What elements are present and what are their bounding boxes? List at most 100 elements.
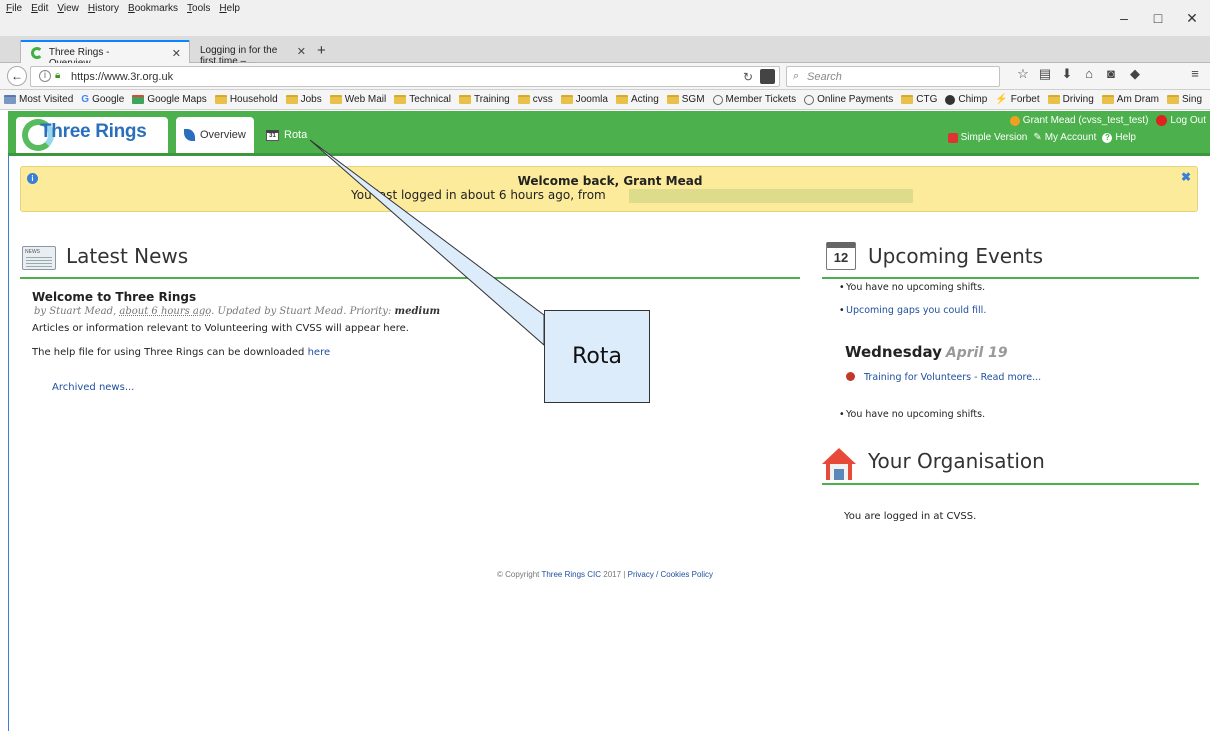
three-rings-favicon-icon	[31, 47, 43, 59]
bookmark-label: SGM	[681, 94, 705, 105]
bookmark-google-maps[interactable]: Google Maps	[132, 94, 207, 105]
menu-history[interactable]: History	[88, 3, 119, 14]
simple-version-icon	[947, 132, 958, 143]
bookmark-forbet[interactable]: ⚡ Forbet	[995, 94, 1039, 105]
browser-tab-logging-in[interactable]: Logging in for the first time – ... ✕	[190, 40, 314, 67]
welcome-subtitle: You last logged in about 6 hours ago, fr…	[351, 188, 606, 202]
bookmark-am-dram[interactable]: Am Dram	[1101, 94, 1159, 105]
bookmark-most-visited[interactable]: Most Visited	[4, 94, 73, 105]
bookmark-label: Training	[473, 94, 510, 105]
bookmark-cvss[interactable]: cvss	[517, 94, 553, 105]
organisation-login-text: You are logged in at CVSS.	[844, 511, 977, 522]
minimize-icon[interactable]: –	[1116, 10, 1132, 26]
bookmark-label: Google	[92, 94, 125, 105]
pocket-icon[interactable]: ◙	[1102, 66, 1120, 81]
close-tab-icon[interactable]: ✕	[297, 45, 306, 58]
tab-strip: Three Rings - Overview ✕ Logging in for …	[0, 36, 1210, 69]
close-window-icon[interactable]: ✕	[1184, 10, 1200, 27]
events-divider	[822, 277, 1199, 279]
user-link[interactable]: Grant Mead (cvss_test_test)	[1009, 115, 1148, 126]
three-rings-logo[interactable]: Three Rings	[16, 117, 168, 153]
simple-version-label: Simple Version	[960, 132, 1028, 143]
maximize-icon[interactable]: □	[1150, 10, 1166, 26]
url-text[interactable]: https://www.3r.org.uk	[71, 71, 173, 83]
browser-tab-overview[interactable]: Three Rings - Overview ✕	[20, 40, 190, 69]
help-file-link[interactable]: here	[308, 347, 331, 358]
news-icon: NEWS	[22, 246, 56, 270]
bookmark-technical[interactable]: Technical	[394, 94, 451, 105]
bookmark-label: Google Maps	[147, 94, 207, 105]
folder-icon	[329, 95, 342, 104]
power-icon	[1156, 115, 1168, 126]
bookmark-online-payments[interactable]: Online Payments	[804, 94, 893, 105]
upcoming-events-heading: Upcoming Events	[868, 244, 1044, 268]
globe-icon	[712, 94, 723, 105]
star-icon[interactable]: ☆	[1014, 66, 1032, 82]
menu-view[interactable]: View	[57, 3, 79, 14]
logout-link[interactable]: Log Out	[1156, 115, 1206, 126]
bookmark-acting[interactable]: Acting	[615, 94, 659, 105]
company-link[interactable]: Three Rings CIC	[541, 570, 601, 579]
menu-bookmarks[interactable]: Bookmarks	[128, 3, 178, 14]
search-icon: ⌕	[793, 70, 800, 82]
bookmark-google[interactable]: G Google	[81, 94, 124, 105]
info-icon[interactable]: i	[39, 70, 51, 82]
privacy-policy-link[interactable]: Privacy / Cookies Policy	[628, 570, 713, 579]
bookmark-joomla[interactable]: Joomla	[560, 94, 608, 105]
bookmark-label: Household	[229, 94, 278, 105]
folder-icon	[214, 95, 227, 104]
url-bar[interactable]: i 🔒︎ https://www.3r.org.uk ↻	[30, 66, 780, 87]
news-time: about 6 hours ago	[119, 306, 212, 317]
training-event-link[interactable]: Training for Volunteers - Read more...	[864, 372, 1041, 383]
extension-icon[interactable]: ◆	[1126, 66, 1144, 82]
simple-version-link[interactable]: Simple Version	[947, 132, 1028, 143]
folder-icon	[517, 95, 530, 104]
news-item-meta: by Stuart Mead, about 6 hours ago. Updat…	[34, 306, 440, 317]
search-bar[interactable]: ⌕	[786, 66, 1000, 87]
bookmark-jobs[interactable]: Jobs	[285, 94, 322, 105]
news-body-line-1: Articles or information relevant to Volu…	[32, 323, 409, 334]
archived-news-link[interactable]: Archived news...	[52, 382, 134, 393]
event-day-name: Wednesday	[845, 343, 942, 361]
bookmark-label: Joomla	[575, 94, 608, 105]
download-icon[interactable]: ⬇	[1058, 66, 1076, 82]
welcome-title: Welcome back, Grant Mead	[517, 174, 703, 188]
tab-overview[interactable]: Overview	[176, 117, 254, 153]
news-item-title: Welcome to Three Rings	[32, 290, 197, 304]
hamburger-menu-icon[interactable]: ≡	[1186, 66, 1204, 81]
help-link[interactable]: ? Help	[1102, 132, 1136, 143]
bookmark-member-tickets[interactable]: Member Tickets	[712, 94, 796, 105]
menu-edit[interactable]: Edit	[31, 3, 48, 14]
new-tab-icon[interactable]: +	[317, 42, 326, 59]
back-arrow-icon[interactable]: ←	[7, 66, 27, 86]
bookmark-label: Sing	[1182, 94, 1203, 105]
menu-help[interactable]: Help	[219, 3, 240, 14]
tab-overview-label: Overview	[200, 129, 246, 141]
bookmark-web-mail[interactable]: Web Mail	[329, 94, 386, 105]
bookmark-chimp[interactable]: Chimp	[945, 94, 987, 105]
bookmark-training[interactable]: Training	[458, 94, 510, 105]
reading-list-icon[interactable]: ▤	[1036, 66, 1054, 82]
page-action-icon[interactable]	[760, 69, 775, 84]
my-account-link[interactable]: ✎ My Account	[1033, 132, 1096, 143]
bookmark-label: Technical	[409, 94, 451, 105]
forbet-icon: ⚡	[995, 94, 1008, 105]
bookmark-driving[interactable]: Driving	[1047, 94, 1094, 105]
menu-tools[interactable]: Tools	[187, 3, 210, 14]
tab-rota[interactable]: 31 Rota	[258, 117, 315, 153]
globe-icon	[804, 94, 815, 105]
bookmark-sing[interactable]: Sing	[1167, 94, 1202, 105]
bookmark-household[interactable]: Household	[214, 94, 278, 105]
home-icon[interactable]: ⌂	[1080, 66, 1098, 81]
bookmark-sgm[interactable]: SGM	[666, 94, 705, 105]
redacted-location	[629, 189, 913, 203]
rota-calendar-icon: 31	[266, 129, 279, 141]
menu-file[interactable]: File	[6, 3, 22, 14]
bookmark-label: Forbet	[1010, 94, 1040, 105]
reload-icon[interactable]: ↻	[743, 70, 753, 84]
close-tab-icon[interactable]: ✕	[172, 47, 181, 60]
search-input[interactable]	[807, 69, 987, 84]
upcoming-gaps-link[interactable]: Upcoming gaps you could fill.	[839, 305, 986, 316]
event-day-date: April 19	[945, 345, 1008, 361]
bookmark-ctg[interactable]: CTG	[901, 94, 937, 105]
